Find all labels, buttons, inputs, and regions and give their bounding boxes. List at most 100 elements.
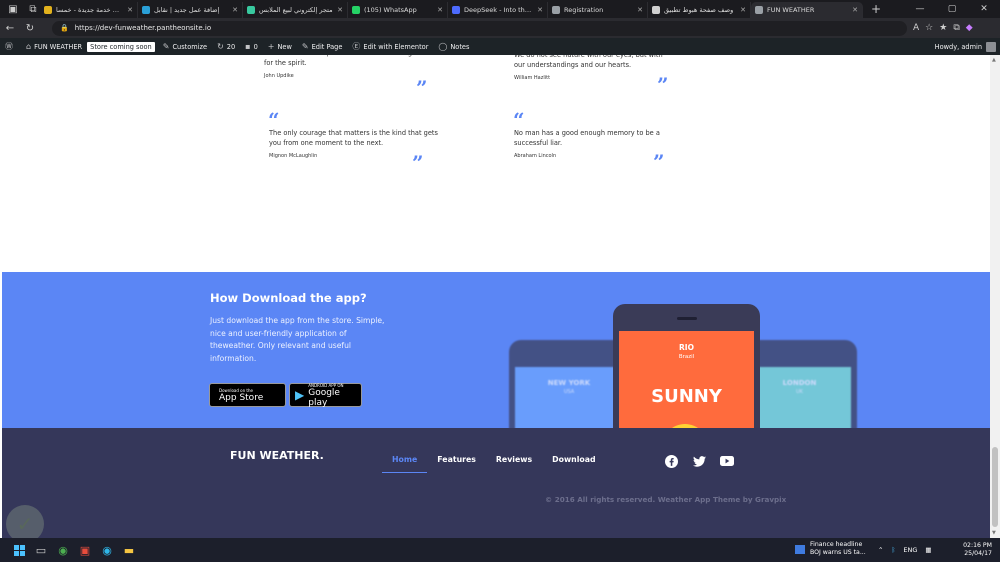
tab-close-icon[interactable]: ✕ xyxy=(337,6,343,14)
favorite-star-icon[interactable]: ☆ xyxy=(925,23,933,33)
tab-title: FUN WEATHER xyxy=(767,6,815,14)
tab-title: وصف صفحة هبوط تطبيق xyxy=(664,6,734,14)
chrome-icon[interactable]: ◉ xyxy=(54,541,72,559)
avatar xyxy=(986,41,996,52)
youtube-icon[interactable] xyxy=(720,454,734,468)
maximize-icon[interactable]: ▢ xyxy=(936,0,968,18)
page-scrollbar[interactable]: ▲ ▼ xyxy=(990,55,1000,538)
browser-tab[interactable]: FUN WEATHER ✕ xyxy=(751,2,863,18)
quote-author: John Updike xyxy=(264,73,294,79)
close-quote-icon: ” xyxy=(416,76,428,100)
nav-features[interactable]: Features xyxy=(427,450,486,473)
app-icon[interactable]: ▣ xyxy=(76,541,94,559)
notes-icon: ◯ xyxy=(438,42,448,51)
scroll-up-icon[interactable]: ▲ xyxy=(992,57,996,63)
wp-comments[interactable]: ▪ 0 xyxy=(240,38,263,55)
edge-icon[interactable]: ◉ xyxy=(98,541,116,559)
wp-customize[interactable]: ✎ Customize xyxy=(158,38,212,55)
browser-tab[interactable]: متجر إلكتروني لبيع الملابس ✕ xyxy=(243,2,348,18)
tab-actions-icon[interactable]: ▣ xyxy=(6,2,20,16)
read-aloud-icon[interactable]: A xyxy=(913,23,919,33)
tab-close-icon[interactable]: ✕ xyxy=(740,6,746,14)
google-play-button[interactable]: ▶ ANDROID APP ON Google play xyxy=(289,383,362,408)
nav-download[interactable]: Download xyxy=(542,450,605,473)
news-icon xyxy=(795,544,805,554)
tab-title: (105) WhatsApp xyxy=(364,6,417,14)
news-title: Finance headline xyxy=(810,541,863,548)
comments-count: 0 xyxy=(253,42,258,51)
url-field[interactable]: 🔒 https://dev-funweather.pantheonsite.io xyxy=(52,20,907,36)
news-widget[interactable]: Finance headline BOJ warns US ta... xyxy=(795,541,866,557)
news-text: BOJ warns US ta... xyxy=(810,549,866,556)
open-quote-icon: “ xyxy=(513,108,525,132)
footer-brand[interactable]: FUN WEATHER. xyxy=(230,449,324,462)
tab-favicon-icon xyxy=(552,6,560,14)
nav-reviews[interactable]: Reviews xyxy=(486,450,542,473)
tab-favicon-icon xyxy=(452,6,460,14)
favorites-icon[interactable]: ★ xyxy=(939,23,947,33)
network-icon[interactable]: ▦ xyxy=(925,546,931,554)
tab-close-icon[interactable]: ✕ xyxy=(637,6,643,14)
minimize-icon[interactable]: — xyxy=(904,0,936,18)
wp-new[interactable]: + New xyxy=(263,38,297,55)
scroll-down-icon[interactable]: ▼ xyxy=(992,530,996,536)
tab-favicon-icon xyxy=(755,6,763,14)
quote-text: We do not see nature with our eyes, but … xyxy=(514,55,663,69)
wp-site-name[interactable]: ⌂ FUN WEATHER xyxy=(21,38,87,55)
nav-home[interactable]: Home xyxy=(382,450,428,473)
search-icon[interactable]: ▭ xyxy=(32,541,50,559)
tab-close-icon[interactable]: ✕ xyxy=(127,6,133,14)
download-title: How Download the app? xyxy=(210,291,367,305)
quote-2: We do not see nature with our eyes, but … xyxy=(514,55,674,83)
file-explorer-icon[interactable]: ▬ xyxy=(120,541,138,559)
quote-author: William Hazlitt xyxy=(514,75,551,81)
tab-favicon-icon xyxy=(44,6,52,14)
tab-title: Registration xyxy=(564,6,604,14)
copilot-icon[interactable]: ◆ xyxy=(966,23,973,33)
wp-edit-elementor[interactable]: Ⓔ Edit with Elementor xyxy=(347,38,433,55)
notes-label: Notes xyxy=(450,42,470,51)
scrollbar-thumb[interactable] xyxy=(992,447,998,527)
close-icon[interactable]: ✕ xyxy=(968,0,1000,18)
language-indicator[interactable]: ENG xyxy=(903,546,917,554)
wp-notes[interactable]: ◯ Notes xyxy=(433,38,474,55)
browser-tab[interactable]: إضافة عمل جديد | نقابل ✕ xyxy=(138,2,243,18)
browser-tab[interactable]: Registration ✕ xyxy=(548,2,648,18)
browser-tab[interactable]: (105) WhatsApp ✕ xyxy=(348,2,448,18)
wp-edit-page[interactable]: ✎ Edit Page xyxy=(297,38,348,55)
system-tray: ⌃ ᛒ ENG ▦ xyxy=(878,538,932,562)
footer-nav: Home Features Reviews Download xyxy=(382,450,606,473)
wp-logo-icon[interactable]: Ⓦ xyxy=(0,38,21,55)
windows-start-icon[interactable] xyxy=(10,541,28,559)
phone-center-city: RIO xyxy=(679,343,694,352)
howdy-label: Howdy, admin xyxy=(934,42,982,51)
lock-icon: 🔒 xyxy=(60,24,69,32)
tab-close-icon[interactable]: ✕ xyxy=(232,6,238,14)
browser-tab-strip: ▣ ⧉ أضف خدمة جديدة - خمسا ✕ إضافة عمل جديد… xyxy=(0,0,1000,18)
app-store-button[interactable]: Download on the App Store xyxy=(209,383,286,407)
tab-favicon-icon xyxy=(652,6,660,14)
back-icon[interactable]: ← xyxy=(0,23,20,34)
chevron-up-icon[interactable]: ⌃ xyxy=(878,546,883,554)
browser-tab[interactable]: وصف صفحة هبوط تطبيق ✕ xyxy=(648,2,751,18)
bluetooth-icon[interactable]: ᛒ xyxy=(891,546,895,554)
tab-close-icon[interactable]: ✕ xyxy=(437,6,443,14)
plus-icon: + xyxy=(267,42,275,51)
wp-account[interactable]: Howdy, admin xyxy=(934,41,1000,52)
social-links xyxy=(664,454,734,468)
wp-updates[interactable]: ↻ 20 xyxy=(212,38,240,55)
extensions-icon[interactable]: ⧉ xyxy=(953,23,959,33)
refresh-icon[interactable]: ↻ xyxy=(20,23,40,34)
twitter-icon[interactable] xyxy=(692,454,706,468)
tab-close-icon[interactable]: ✕ xyxy=(537,6,543,14)
new-tab-button[interactable]: + xyxy=(869,2,883,16)
tab-favicon-icon xyxy=(352,6,360,14)
browser-tab[interactable]: DeepSeek - Into the Unkn ✕ xyxy=(448,2,548,18)
wp-admin-bar: Ⓦ ⌂ FUN WEATHER Store coming soon ✎ Cust… xyxy=(0,38,1000,55)
clock[interactable]: 02:16 PM 25/04/17 xyxy=(960,542,992,558)
store-status-badge[interactable]: Store coming soon xyxy=(87,41,155,52)
browser-tab[interactable]: أضف خدمة جديدة - خمسا ✕ xyxy=(40,2,138,18)
workspaces-icon[interactable]: ⧉ xyxy=(26,2,40,16)
tab-close-icon[interactable]: ✕ xyxy=(852,6,858,14)
facebook-icon[interactable] xyxy=(664,454,678,468)
